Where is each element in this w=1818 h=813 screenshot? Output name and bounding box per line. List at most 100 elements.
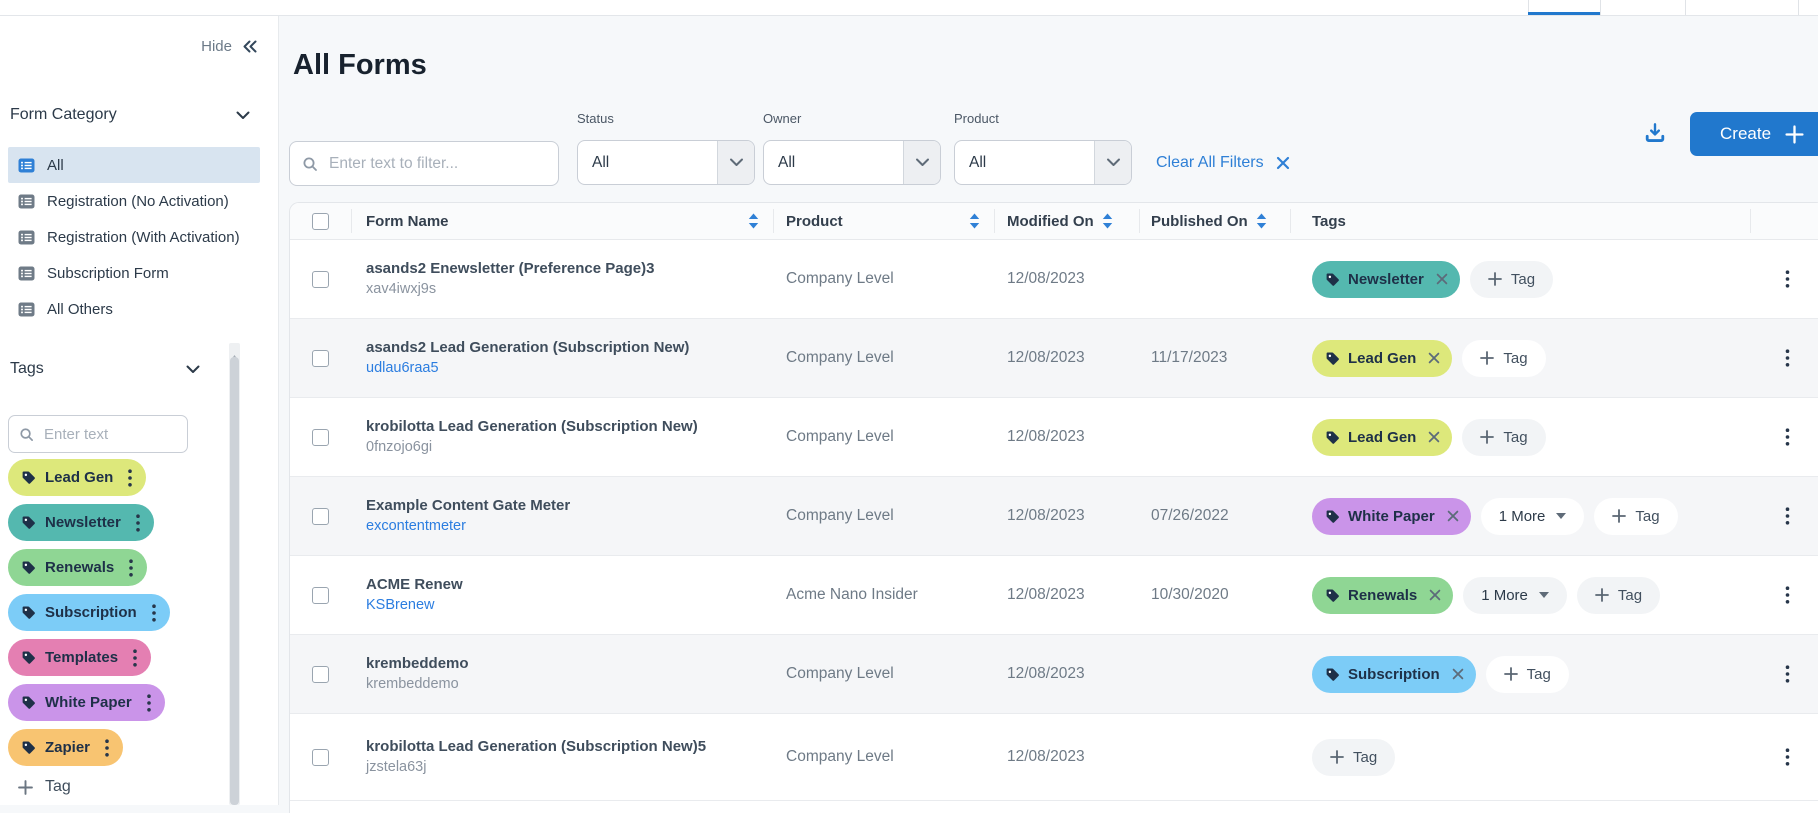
sort-icon[interactable]	[1102, 213, 1113, 229]
product-dropdown[interactable]: All	[954, 140, 1132, 185]
add-tag-button[interactable]: Tag	[1486, 656, 1569, 693]
sidebar-tag-pill-newsletter[interactable]: Newsletter	[8, 504, 154, 541]
status-dropdown[interactable]: All	[577, 140, 755, 185]
row-checkbox[interactable]	[312, 508, 329, 525]
tag-options-icon[interactable]	[152, 604, 156, 622]
row-actions-icon[interactable]	[1785, 349, 1790, 367]
row-checkbox[interactable]	[312, 429, 329, 446]
column-header-published-on[interactable]: Published On	[1139, 203, 1290, 239]
form-id[interactable]: udlau6raa5	[366, 360, 439, 377]
form-id[interactable]: KSBrenew	[366, 597, 435, 614]
add-tag-button[interactable]: Tag	[1470, 261, 1553, 298]
column-label: Product	[786, 213, 843, 230]
row-actions-icon[interactable]	[1785, 428, 1790, 446]
row-checkbox[interactable]	[312, 271, 329, 288]
chevron-down-icon[interactable]	[186, 365, 200, 374]
list-icon	[18, 266, 35, 281]
product-cell: Company Level	[773, 635, 994, 713]
chevron-down-icon[interactable]	[1094, 141, 1131, 184]
sidebar-scrollbar[interactable]	[229, 343, 240, 805]
tags-cell: White Paper1 MoreTag	[1290, 477, 1750, 555]
clear-all-filters-button[interactable]: Clear All Filters	[1156, 140, 1290, 185]
plus-icon	[1785, 125, 1804, 144]
sidebar-item-registration-no-activation[interactable]: Registration (No Activation)	[8, 183, 260, 219]
add-tag-button[interactable]: Tag	[1594, 498, 1677, 535]
sidebar-tag-pill-subscription[interactable]: Subscription	[8, 594, 170, 631]
checkbox-cell	[290, 635, 351, 713]
row-checkbox[interactable]	[312, 666, 329, 683]
sidebar-item-all-others[interactable]: All Others	[8, 291, 260, 327]
tag-options-icon[interactable]	[129, 559, 133, 577]
create-button[interactable]: Create	[1690, 112, 1818, 156]
more-tags-button[interactable]: 1 More	[1463, 577, 1567, 614]
chevron-down-icon[interactable]	[236, 111, 250, 120]
row-actions-icon[interactable]	[1785, 665, 1790, 683]
remove-tag-icon[interactable]	[1447, 510, 1459, 522]
column-header-product[interactable]: Product	[773, 203, 994, 239]
chevron-down-icon[interactable]	[717, 141, 754, 184]
sidebar-tag-list: Lead Gen Newsletter Renewals Subscription Te…	[8, 459, 170, 766]
tag-options-icon[interactable]	[147, 694, 151, 712]
published-on-cell	[1139, 240, 1290, 318]
add-tag-button[interactable]: Tag	[1462, 419, 1545, 456]
collapse-sidebar-icon[interactable]	[241, 39, 258, 54]
sidebar-tag-pill-lead-gen[interactable]: Lead Gen	[8, 459, 146, 496]
owner-dropdown[interactable]: All	[763, 140, 941, 185]
chevron-down-icon[interactable]	[903, 141, 940, 184]
row-checkbox[interactable]	[312, 749, 329, 766]
tag-options-icon[interactable]	[136, 514, 140, 532]
sidebar-item-registration-with-activation[interactable]: Registration (With Activation)	[8, 219, 260, 255]
plus-icon	[1480, 351, 1494, 365]
add-tag-button[interactable]: Tag	[1577, 577, 1660, 614]
hide-sidebar-button[interactable]: Hide	[201, 38, 258, 55]
sidebar-item-subscription-form[interactable]: Subscription Form	[8, 255, 260, 291]
row-actions-icon[interactable]	[1785, 507, 1790, 525]
row-checkbox[interactable]	[312, 587, 329, 604]
tags-header[interactable]: Tags	[10, 360, 200, 378]
add-tag-button[interactable]: Tag	[1312, 739, 1395, 776]
more-tags-button[interactable]: 1 More	[1481, 498, 1585, 535]
hide-label[interactable]: Hide	[201, 38, 232, 55]
product-cell: Company Level	[773, 319, 994, 397]
sidebar-item-all[interactable]: All	[8, 147, 260, 183]
tab-divider	[1600, 0, 1601, 15]
filter-search-input[interactable]	[327, 154, 546, 174]
sidebar-tag-pill-renewals[interactable]: Renewals	[8, 549, 147, 586]
download-button[interactable]	[1638, 116, 1672, 150]
tag-options-icon[interactable]	[105, 739, 109, 757]
sidebar-tag-pill-white-paper[interactable]: White Paper	[8, 684, 165, 721]
remove-tag-icon[interactable]	[1452, 668, 1464, 680]
form-category-header[interactable]: Form Category	[10, 106, 250, 124]
page-title: All Forms	[293, 49, 427, 82]
row-actions-icon[interactable]	[1785, 586, 1790, 604]
sort-icon[interactable]	[748, 213, 759, 229]
select-all-checkbox[interactable]	[312, 213, 329, 230]
plus-icon	[1595, 588, 1609, 602]
add-tag-button[interactable]: Tag	[1462, 340, 1545, 377]
column-header-form-name[interactable]: Form Name	[351, 203, 773, 239]
tag-icon	[21, 695, 36, 710]
column-header-modified-on[interactable]: Modified On	[994, 203, 1139, 239]
remove-tag-icon[interactable]	[1429, 589, 1441, 601]
row-actions-icon[interactable]	[1785, 270, 1790, 288]
scrollbar-thumb[interactable]	[230, 357, 239, 805]
remove-tag-icon[interactable]	[1428, 352, 1440, 364]
form-name-cell: krembeddemokrembeddemo	[351, 635, 773, 713]
close-icon[interactable]	[1276, 156, 1290, 170]
checkbox-cell	[290, 319, 351, 397]
sort-icon[interactable]	[1256, 213, 1267, 229]
sidebar-tag-pill-zapier[interactable]: Zapier	[8, 729, 123, 766]
tag-options-icon[interactable]	[128, 469, 132, 487]
remove-tag-icon[interactable]	[1428, 431, 1440, 443]
sidebar-tag-pill-templates[interactable]: Templates	[8, 639, 151, 676]
remove-tag-icon[interactable]	[1436, 273, 1448, 285]
tag-options-icon[interactable]	[133, 649, 137, 667]
product-cell: Acme Nano Insider	[773, 556, 994, 634]
row-checkbox[interactable]	[312, 350, 329, 367]
sidebar-add-tag-button[interactable]: Tag	[18, 778, 71, 796]
sort-icon[interactable]	[969, 213, 980, 229]
row-actions-icon[interactable]	[1785, 748, 1790, 766]
tag-search-input[interactable]	[42, 425, 177, 444]
form-id[interactable]: excontentmeter	[366, 518, 466, 535]
tags-cell: Lead GenTag	[1290, 319, 1750, 397]
